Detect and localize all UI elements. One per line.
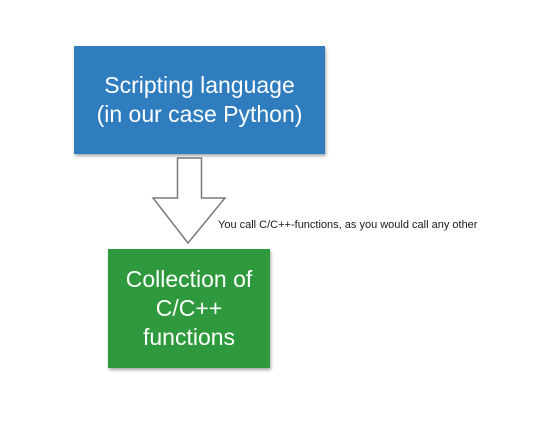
scripting-language-box: Scripting language (in our case Python)	[74, 46, 325, 154]
c-functions-label-line3: functions	[142, 324, 236, 350]
c-functions-label-line1: Collection of	[125, 266, 253, 292]
down-arrow-shape	[151, 157, 227, 245]
c-functions-label-line2: C/C++	[155, 295, 223, 321]
c-functions-box: Collection of C/C++ functions	[108, 249, 270, 368]
call-annotation: You call C/C++-functions, as you would c…	[218, 219, 478, 231]
scripting-language-label: Scripting language	[104, 72, 295, 98]
scripting-language-sublabel: (in our case Python)	[96, 101, 303, 127]
down-arrow-icon	[151, 157, 227, 245]
